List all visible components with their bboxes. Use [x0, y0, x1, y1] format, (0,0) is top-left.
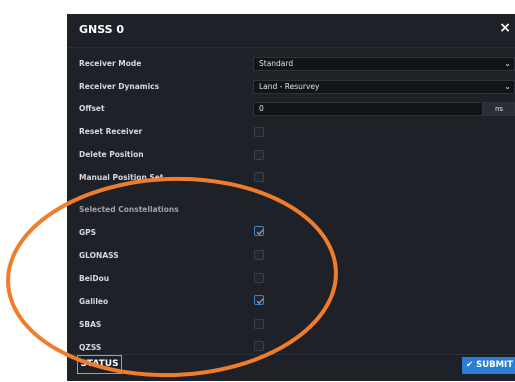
check-icon: ✔	[466, 360, 474, 370]
delete-position-label: Delete Position	[79, 150, 144, 159]
constellation-label-qzss: QZSS	[79, 343, 102, 352]
submit-label: SUBMIT	[476, 360, 514, 370]
submit-button[interactable]: ✔ SUBMIT	[462, 357, 515, 374]
check-icon	[256, 229, 264, 236]
receiver-dynamics-value: Land - Resurvey	[259, 82, 320, 91]
receiver-dynamics-label: Receiver Dynamics	[79, 82, 160, 91]
manual-position-set-checkbox[interactable]	[254, 172, 264, 182]
constellation-label-glonass: GLONASS	[79, 251, 119, 260]
constellation-checkbox-galileo[interactable]	[254, 295, 264, 305]
constellations-heading: Selected Constellations	[79, 205, 179, 214]
offset-unit: ns	[483, 102, 515, 116]
receiver-mode-value: Standard	[259, 59, 294, 68]
receiver-mode-select[interactable]: Standard ⌄	[253, 57, 515, 71]
dialog-header: GNSS 0 ×	[67, 14, 515, 48]
check-icon	[256, 298, 264, 305]
constellation-checkbox-sbas[interactable]	[254, 319, 264, 329]
constellation-checkbox-beidou[interactable]	[254, 273, 264, 283]
constellation-label-galileo: Galileo	[79, 297, 109, 306]
manual-position-set-label: Manual Position Set	[79, 173, 164, 182]
chevron-down-icon: ⌄	[504, 82, 511, 91]
constellation-checkbox-glonass[interactable]	[254, 250, 264, 260]
offset-label: Offset	[79, 104, 105, 113]
reset-receiver-label: Reset Receiver	[79, 127, 143, 136]
close-icon[interactable]: ×	[499, 20, 511, 36]
receiver-dynamics-select[interactable]: Land - Resurvey ⌄	[253, 80, 515, 94]
chevron-down-icon: ⌄	[504, 59, 511, 68]
constellation-checkbox-gps[interactable]	[254, 226, 264, 236]
delete-position-checkbox[interactable]	[254, 150, 264, 160]
gnss-dialog: GNSS 0 × Receiver Mode Standard ⌄ Receiv…	[67, 14, 515, 381]
receiver-mode-label: Receiver Mode	[79, 59, 142, 68]
constellation-label-gps: GPS	[79, 228, 97, 237]
constellation-label-beidou: BeiDou	[79, 274, 110, 283]
status-button[interactable]: STATUS	[77, 355, 122, 374]
dialog-title: GNSS 0	[79, 23, 125, 36]
constellation-checkbox-qzss[interactable]	[254, 341, 264, 351]
constellation-label-sbas: SBAS	[79, 320, 102, 329]
offset-input[interactable]: 0	[253, 102, 483, 116]
dialog-footer	[67, 354, 515, 382]
reset-receiver-checkbox[interactable]	[254, 127, 264, 137]
